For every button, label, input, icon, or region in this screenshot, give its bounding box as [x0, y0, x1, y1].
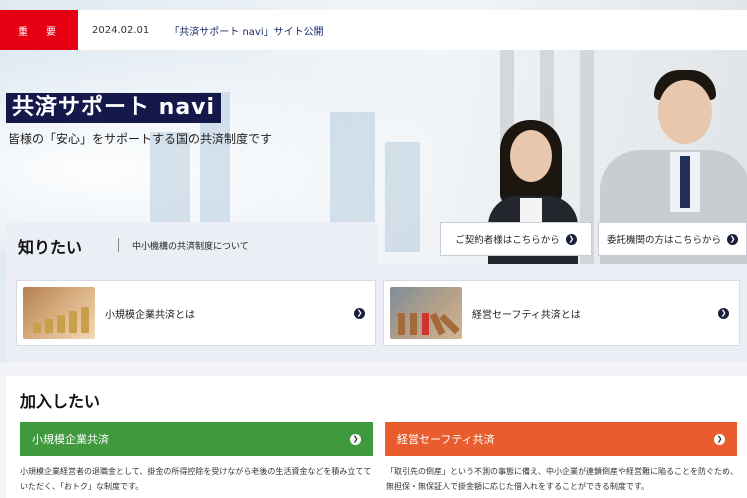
join-description: 「取引先の倒産」という不測の事態に備え、中小企業が連鎖倒産や経営難に陥ることを防… — [386, 467, 738, 491]
chevron-right-icon: ❯ — [714, 433, 725, 445]
join-safety-button[interactable]: 経営セーフティ共済 ❯ — [385, 422, 737, 456]
page-subtitle: 皆様の「安心」をサポートする国の共済制度です — [8, 132, 273, 146]
important-badge: 重 要 — [0, 10, 78, 50]
divider — [118, 238, 119, 252]
chevron-right-icon: ❯ — [354, 307, 365, 319]
news-bar: 重 要 2024.02.01 「共済サポート navi」サイト公開 — [0, 10, 747, 50]
small-business-mutual-aid-card[interactable]: 小規模企業共済とは ❯ — [16, 280, 376, 346]
contractor-button[interactable]: ご契約者様はこちらから ❯ — [440, 222, 592, 256]
chevron-right-icon: ❯ — [350, 433, 361, 445]
dominoes-photo — [390, 287, 462, 339]
contractor-button-label: ご契約者様はこちらから — [455, 235, 560, 246]
coins-photo — [23, 287, 95, 339]
chevron-right-icon: ❯ — [727, 233, 738, 245]
chevron-right-icon: ❯ — [565, 233, 577, 245]
join-title: 加入したい — [20, 392, 101, 411]
news-date: 2024.02.01 — [92, 24, 150, 36]
about-mutual-aid-link[interactable]: 中小機構の共済制度について — [132, 239, 249, 252]
chevron-right-icon: ❯ — [718, 307, 729, 319]
news-link[interactable]: 「共済サポート navi」サイト公開 — [169, 23, 323, 38]
join-small-business-button[interactable]: 小規模企業共済 ❯ — [20, 422, 373, 456]
safety-mutual-aid-card[interactable]: 経営セーフティ共済とは ❯ — [383, 280, 740, 346]
join-button-label: 経営セーフティ共済 — [397, 433, 495, 446]
agency-button[interactable]: 委託機関の方はこちらから ❯ — [598, 222, 747, 256]
join-button-label: 小規模企業共済 — [32, 433, 109, 446]
page-title: 共済サポート navi — [6, 93, 222, 123]
background-building — [385, 142, 420, 252]
know-title: 知りたい — [18, 238, 83, 257]
join-description: 小規模企業経営者の退職金として、掛金の所得控除を受けながら老後の生活資金などを積… — [20, 467, 372, 491]
card-label: 経営セーフティ共済とは — [472, 309, 581, 321]
card-label: 小規模企業共済とは — [105, 309, 195, 321]
agency-button-label: 委託機関の方はこちらから — [606, 235, 721, 246]
